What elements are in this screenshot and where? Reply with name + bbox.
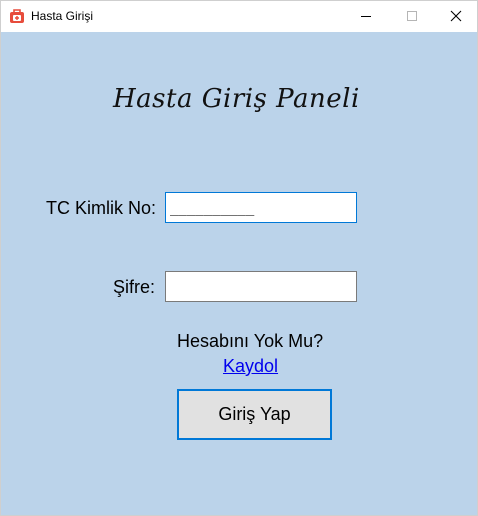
minimize-icon — [361, 16, 371, 17]
password-label: Şifre: — [113, 277, 156, 297]
minimize-button[interactable] — [343, 1, 389, 32]
no-account-text: Hesabını Yok Mu? — [177, 331, 324, 351]
register-link[interactable]: Kaydol — [223, 356, 278, 377]
close-icon — [450, 10, 462, 22]
title-bar[interactable]: Hasta Girişi — [1, 1, 477, 32]
maximize-button[interactable] — [389, 1, 435, 32]
tc-input[interactable] — [165, 192, 357, 223]
app-window: Hasta Girişi Hasta Giriş Paneli TC Kimli… — [0, 0, 478, 516]
panel-heading: Hasta Giriş Paneli — [113, 84, 360, 114]
medical-bag-icon — [10, 9, 24, 23]
maximize-icon — [407, 11, 417, 21]
login-button[interactable]: Giriş Yap — [177, 389, 332, 440]
window-title: Hasta Girişi — [31, 9, 94, 23]
close-button[interactable] — [432, 1, 478, 32]
tc-label: TC Kimlik No: — [46, 198, 157, 218]
password-input[interactable] — [165, 271, 357, 302]
login-panel: Hasta Giriş Paneli TC Kimlik No: Şifre: … — [1, 32, 477, 515]
